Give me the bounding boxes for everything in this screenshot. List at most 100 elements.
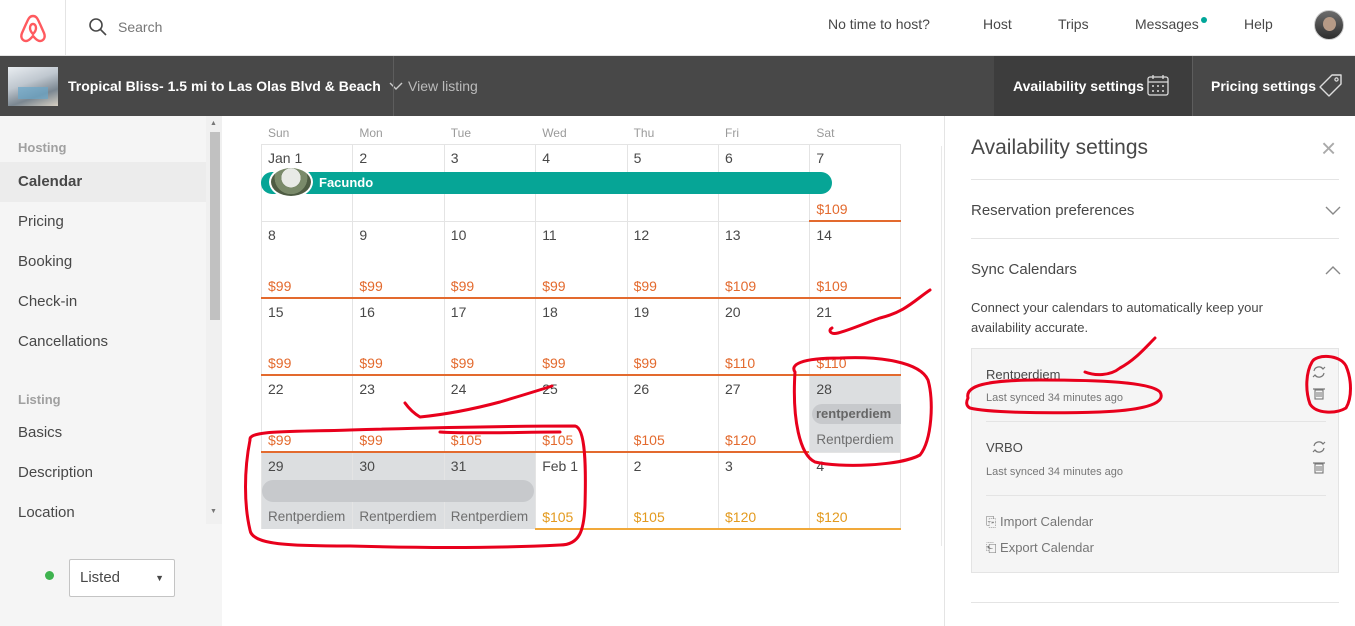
day-price: $120 — [725, 509, 757, 525]
availability-settings-tab[interactable]: Availability settings — [994, 56, 1192, 116]
calendar-day[interactable]: 24 $105 — [443, 375, 537, 452]
calendar-day[interactable]: 9 $99 — [352, 221, 445, 298]
day-number: 5 — [633, 150, 642, 166]
sidebar-item-cancellations[interactable]: Cancellations — [0, 322, 206, 362]
calendar-day[interactable]: Feb 1 $105 — [535, 452, 628, 529]
trash-icon[interactable] — [1312, 460, 1326, 474]
import-icon: ⎘ — [986, 514, 997, 529]
close-icon[interactable]: × — [1321, 135, 1336, 161]
nav-host[interactable]: Host — [983, 16, 1012, 32]
calendar-day[interactable]: 19 $99 — [626, 298, 719, 375]
sidebar-item-calendar[interactable]: Calendar — [0, 162, 206, 202]
calendar-day[interactable]: 25 $105 — [535, 375, 628, 452]
calendar-day[interactable]: 11 $99 — [535, 221, 628, 298]
calendar-day[interactable]: 2 $105 — [626, 452, 719, 529]
day-price: $120 — [816, 509, 848, 525]
calendar-day[interactable]: 10 $99 — [443, 221, 537, 298]
day-price: $99 — [359, 432, 383, 448]
price-underline — [261, 451, 810, 453]
calendar-day[interactable]: 16 $99 — [352, 298, 445, 375]
day-number: 20 — [725, 304, 741, 320]
sync-description: Connect your calendars to automatically … — [971, 300, 1263, 335]
nav-messages[interactable]: Messages — [1135, 16, 1207, 32]
sidebar-item-basics[interactable]: Basics — [0, 413, 206, 453]
refresh-icon[interactable] — [1312, 365, 1326, 379]
day-number: 18 — [542, 304, 558, 320]
calendar-day[interactable]: 23 $99 — [352, 375, 445, 452]
calendar-day[interactable]: 26 $105 — [626, 375, 719, 452]
price-underline — [261, 297, 901, 299]
calendar-day[interactable]: 12 $99 — [626, 221, 719, 298]
sidebar-item-check-in[interactable]: Check-in — [0, 282, 206, 322]
listing-status-select[interactable]: Listed ▼ — [69, 559, 175, 597]
sidebar-item-description[interactable]: Description — [0, 453, 206, 493]
nav-no-time-to-host[interactable]: No time to host? — [828, 16, 930, 32]
day-number: 30 — [359, 458, 375, 474]
calendar-day[interactable]: 15 $99 — [261, 298, 354, 375]
avatar[interactable] — [1314, 10, 1344, 40]
blocked-label: Rentperdiem — [450, 509, 529, 524]
trash-icon[interactable] — [1312, 386, 1326, 400]
view-listing-link[interactable]: View listing — [408, 78, 478, 94]
blocked-label: Rentperdiem — [359, 509, 437, 524]
sidebar-scrollbar[interactable]: ▲ ▼ — [206, 116, 222, 524]
sidebar-item-pricing[interactable]: Pricing — [0, 202, 206, 242]
day-number: 28 — [816, 381, 832, 397]
day-price: $110 — [816, 355, 847, 371]
reservation-preferences-toggle[interactable]: Reservation preferences — [971, 202, 1134, 219]
calendar-day[interactable]: 8 $99 — [261, 221, 354, 298]
day-price: $99 — [268, 278, 292, 294]
sidebar-item-booking[interactable]: Booking — [0, 242, 206, 282]
weekday-label: Tue — [450, 126, 472, 140]
caret-down-icon: ▼ — [155, 573, 164, 583]
calendar-day[interactable]: 14 $109 — [809, 221, 901, 298]
blocked-bar[interactable] — [262, 480, 535, 502]
day-number: 3 — [725, 458, 733, 474]
top-nav: Search No time to host? Host Trips Messa… — [0, 0, 1355, 56]
search-bar[interactable]: Search — [88, 14, 162, 40]
synced-calendars-list: Rentperdiem Last synced 34 minutes ago V… — [971, 348, 1339, 573]
day-number: 8 — [268, 227, 276, 243]
calendar-day[interactable]: 18 $99 — [535, 298, 628, 375]
scroll-up-arrow[interactable]: ▲ — [210, 120, 217, 127]
pricing-settings-tab[interactable]: Pricing settings — [1193, 56, 1355, 116]
chevron-down-icon[interactable] — [1325, 206, 1341, 216]
nav-help[interactable]: Help — [1244, 16, 1273, 32]
calendar-day[interactable]: 20 $110 — [718, 298, 811, 375]
sync-calendars-toggle[interactable]: Sync Calendars — [971, 261, 1077, 278]
calendar-icon — [1147, 75, 1169, 96]
reservation-bar[interactable]: Facundo — [261, 166, 832, 198]
calendar-day[interactable]: 13 $109 — [718, 221, 811, 298]
calendar-day[interactable]: 4 $120 — [809, 452, 901, 529]
calendar-day[interactable]: 17 $99 — [443, 298, 537, 375]
airbnb-logo[interactable] — [0, 0, 66, 56]
divider — [986, 495, 1326, 496]
calendar-name-rentperdiem: Rentperdiem — [986, 367, 1061, 382]
search-input[interactable]: Search — [118, 19, 162, 35]
export-calendar-link[interactable]: ⎗ Export Calendar — [986, 540, 1094, 556]
unread-dot — [1200, 17, 1207, 23]
listing-selector[interactable]: Tropical Bliss- 1.5 mi to Las Olas Blvd … — [68, 78, 403, 94]
calendar-day[interactable]: 22 $99 — [261, 375, 354, 452]
chevron-up-icon[interactable] — [1325, 265, 1341, 275]
last-synced-rentperdiem: Last synced 34 minutes ago — [986, 392, 1123, 404]
refresh-icon[interactable] — [1312, 440, 1326, 454]
day-price: $99 — [268, 355, 292, 371]
sidebar-item-location[interactable]: Location — [0, 493, 206, 524]
last-synced-vrbo: Last synced 34 minutes ago — [986, 466, 1123, 478]
calendar-day[interactable]: 3 $120 — [718, 452, 811, 529]
day-price: $109 — [816, 278, 848, 294]
day-price: $109 — [725, 278, 757, 294]
guest-photo — [269, 166, 313, 198]
scrollbar-thumb[interactable] — [210, 132, 220, 320]
calendar-day[interactable]: 27 $120 — [718, 375, 811, 452]
sidebar-menu: Hosting Calendar Pricing Booking Check-i… — [0, 116, 222, 524]
scroll-down-arrow[interactable]: ▼ — [210, 508, 217, 515]
blocked-tag[interactable]: rentperdiem — [812, 404, 901, 424]
import-calendar-link[interactable]: ⎘ Import Calendar — [986, 514, 1093, 530]
day-number: Feb 1 — [542, 458, 578, 474]
weekday-label: Thu — [633, 126, 655, 140]
calendar-day[interactable]: 21 $110 — [809, 298, 901, 375]
listing-status-value: Listed — [80, 569, 121, 586]
nav-trips[interactable]: Trips — [1058, 16, 1089, 32]
